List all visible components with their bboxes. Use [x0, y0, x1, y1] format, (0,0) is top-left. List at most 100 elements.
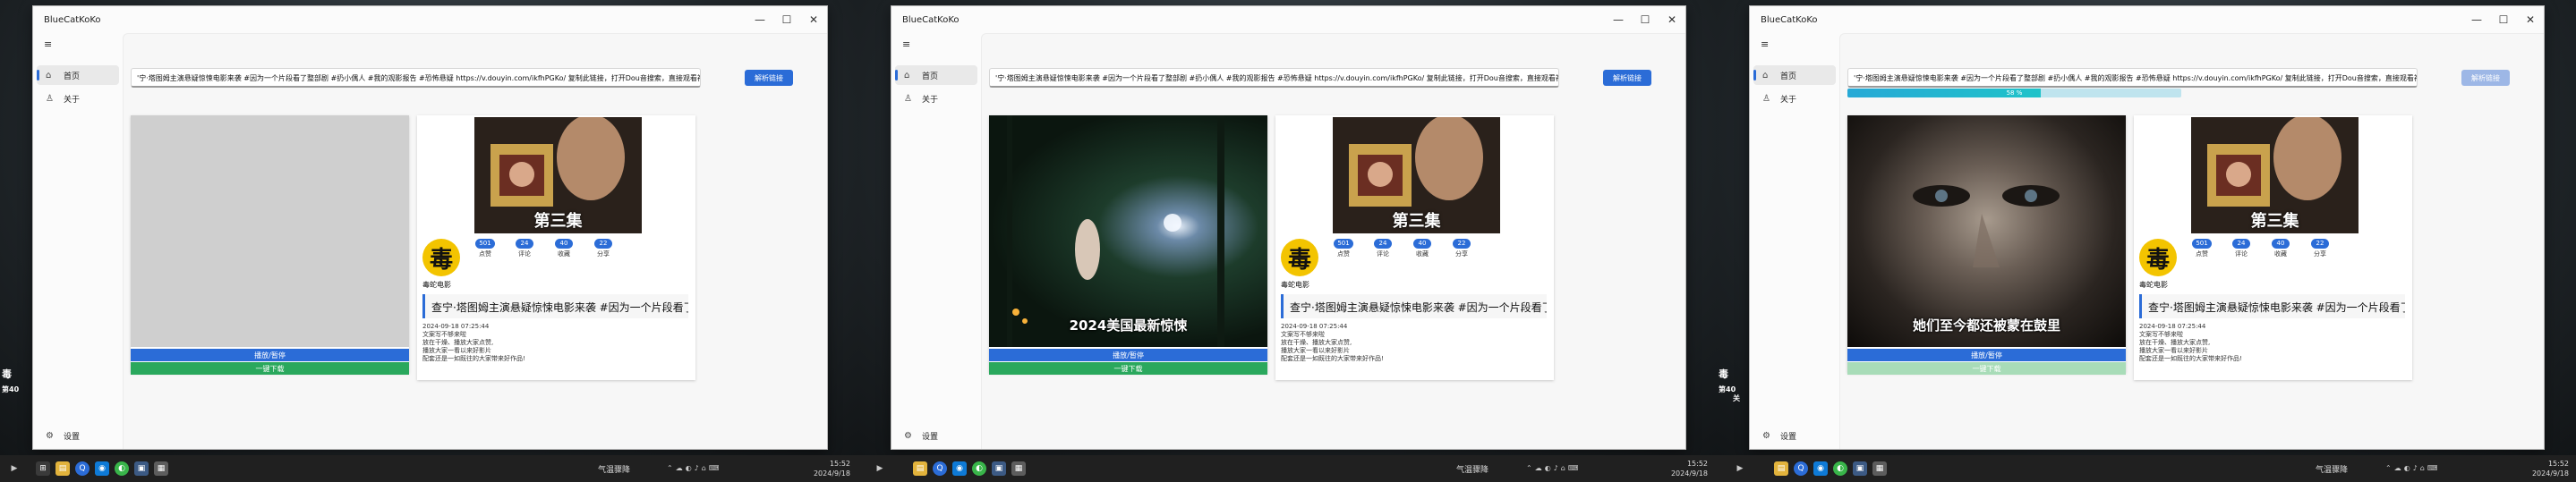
search-icon[interactable]: Q	[933, 461, 947, 476]
weather-text[interactable]: 气温骤降	[598, 463, 630, 475]
parse-link-button[interactable]: 解析链接	[1603, 70, 1651, 86]
sidebar-item-settings[interactable]: ⚙ 设置	[1753, 426, 1836, 445]
video-player[interactable]	[131, 115, 409, 347]
start-icon[interactable]: ⊞	[36, 461, 50, 476]
share-link-input[interactable]: '宁·塔图姆主演悬疑惊悚电影来袭 #因为一个片段看了整部剧 #扔小偶人 #我的观…	[131, 68, 701, 88]
parse-link-button[interactable]: 解析链接	[745, 70, 793, 86]
stat-likes: 501 点赞	[469, 239, 501, 258]
stat-label: 评论	[2235, 250, 2248, 258]
tray-icons[interactable]: ⌃☁◐♪⌂⌨	[2385, 464, 2440, 472]
play-icon[interactable]: ▶	[1733, 461, 1747, 476]
wechat-icon[interactable]: ◐	[115, 461, 129, 476]
share-link-input[interactable]: '宁·塔图姆主演悬疑惊悚电影来袭 #因为一个片段看了整部剧 #扔小偶人 #我的观…	[1847, 68, 2418, 88]
stat-comments: 24 评论	[2225, 239, 2257, 258]
video-player-card: 2024美国最新惊悚 播放/暂停 一键下载	[989, 115, 1267, 375]
tray-icons[interactable]: ⌃☁◐♪⌂⌨	[1526, 464, 1581, 472]
stat-favorites: 40 收藏	[2265, 239, 2297, 258]
title-bar: BlueCatKoKo — ☐ ✕	[33, 6, 827, 33]
hamburger-menu-icon[interactable]: ≡	[1761, 38, 1769, 50]
hamburger-menu-icon[interactable]: ≡	[44, 38, 52, 50]
progress-label: 58 %	[2006, 89, 2023, 97]
gear-icon: ⚙	[904, 430, 912, 441]
maximize-button[interactable]: ☐	[1632, 6, 1659, 33]
browser-icon[interactable]: ◉	[952, 461, 967, 476]
download-button[interactable]: 一键下载	[989, 362, 1267, 375]
stat-label: 点赞	[479, 250, 491, 258]
stat-value: 24	[516, 239, 533, 249]
sidebar-item-about[interactable]: ♙ 关于	[37, 89, 119, 108]
video-cover-image: 第三集	[2191, 117, 2358, 233]
search-icon[interactable]: Q	[1794, 461, 1808, 476]
parse-link-button[interactable]: 解析链接	[2461, 70, 2510, 86]
hamburger-menu-icon[interactable]: ≡	[902, 38, 910, 50]
stat-favorites: 40 收藏	[548, 239, 580, 258]
home-icon: ⌂	[1762, 70, 1769, 80]
sidebar-item-settings[interactable]: ⚙ 设置	[37, 426, 119, 445]
play-pause-button[interactable]: 播放/暂停	[131, 349, 409, 361]
screen-panel-3: 毒 第40 关 BlueCatKoKo — ☐ ✕ ≡ ⌂ 首页 ♙ 关于 ⚙	[1717, 0, 2576, 455]
sidebar-item-home[interactable]: ⌂ 首页	[1753, 65, 1836, 85]
app-icon[interactable]: ▣	[1853, 461, 1867, 476]
play-pause-button[interactable]: 播放/暂停	[989, 349, 1267, 361]
stat-value: 22	[594, 239, 612, 249]
play-icon[interactable]: ▶	[7, 461, 21, 476]
video-frame	[1913, 185, 2060, 267]
bluecat-icon[interactable]: ▦	[154, 461, 168, 476]
clock[interactable]: 15:52 2024/9/18	[1663, 459, 1708, 478]
wechat-icon[interactable]: ◐	[1833, 461, 1847, 476]
sidebar-item-settings[interactable]: ⚙ 设置	[895, 426, 977, 445]
clock[interactable]: 15:52 2024/9/18	[2522, 459, 2569, 478]
sidebar-item-about[interactable]: ♙ 关于	[895, 89, 977, 108]
sidebar-item-home[interactable]: ⌂ 首页	[37, 65, 119, 85]
sidebar-item-about[interactable]: ♙ 关于	[1753, 89, 1836, 108]
maximize-button[interactable]: ☐	[773, 6, 800, 33]
minimize-button[interactable]: —	[2463, 6, 2490, 33]
stat-likes: 501 点赞	[1327, 239, 1360, 258]
stat-value: 40	[1413, 239, 1431, 249]
video-player[interactable]: 2024美国最新惊悚	[989, 115, 1267, 347]
title-bar: BlueCatKoKo — ☐ ✕	[891, 6, 1685, 33]
bluecat-icon[interactable]: ▦	[1011, 461, 1026, 476]
weather-text[interactable]: 气温骤降	[2316, 463, 2348, 475]
weather-text[interactable]: 气温骤降	[1456, 463, 1488, 475]
share-link-input[interactable]: '宁·塔图姆主演悬疑惊悚电影来袭 #因为一个片段看了整部剧 #扔小偶人 #我的观…	[989, 68, 1559, 88]
file-explorer-icon[interactable]: ▤	[913, 461, 927, 476]
video-cover-image: 第三集	[474, 117, 642, 233]
browser-icon[interactable]: ◉	[1813, 461, 1828, 476]
stat-label: 分享	[1455, 250, 1468, 258]
minimize-button[interactable]: —	[746, 6, 773, 33]
app-icon[interactable]: ▣	[992, 461, 1006, 476]
sidebar-item-label: 设置	[64, 432, 81, 442]
video-player[interactable]: 她们至今都还被蒙在鼓里	[1847, 115, 2126, 347]
clock[interactable]: 15:52 2024/9/18	[806, 459, 850, 478]
browser-icon[interactable]: ◉	[95, 461, 109, 476]
stat-label: 收藏	[558, 250, 570, 258]
file-explorer-icon[interactable]: ▤	[1774, 461, 1788, 476]
tray-icons[interactable]: ⌃☁◐♪⌂⌨	[667, 464, 721, 472]
play-icon[interactable]: ▶	[873, 461, 887, 476]
user-icon: ♙	[904, 93, 912, 104]
taskbar: ▶ ⊞ ▤ Q ◉ ◐ ▣ ▦ 气温骤降 ⌃☁◐♪⌂⌨ 15:52 2024/9…	[0, 455, 2576, 482]
publish-time: 2024-09-18 07:25:44	[1281, 323, 1348, 330]
main-content: '宁·塔图姆主演悬疑惊悚电影来袭 #因为一个片段看了整部剧 #扔小偶人 #我的观…	[1839, 33, 2544, 449]
clock-date: 2024/9/18	[1670, 469, 1708, 478]
close-button[interactable]: ✕	[800, 6, 827, 33]
play-pause-button[interactable]: 播放/暂停	[1847, 349, 2126, 361]
download-button[interactable]: 一键下载	[1847, 362, 2126, 375]
close-button[interactable]: ✕	[2517, 6, 2544, 33]
bluecat-icon[interactable]: ▦	[1872, 461, 1887, 476]
meta-line: 配套还是一如既往的大家带来好作品!	[422, 355, 525, 362]
sidebar-item-home[interactable]: ⌂ 首页	[895, 65, 977, 85]
background-text: 毒	[2, 368, 12, 380]
search-icon[interactable]: Q	[75, 461, 90, 476]
maximize-button[interactable]: ☐	[2490, 6, 2517, 33]
file-explorer-icon[interactable]: ▤	[55, 461, 70, 476]
wechat-icon[interactable]: ◐	[972, 461, 986, 476]
meta-line: 播放大家一看以来好影片	[422, 347, 491, 354]
stat-value: 24	[2232, 239, 2250, 249]
video-player-card: 她们至今都还被蒙在鼓里 播放/暂停 一键下载	[1847, 115, 2126, 375]
download-button[interactable]: 一键下载	[131, 362, 409, 375]
app-icon[interactable]: ▣	[134, 461, 149, 476]
close-button[interactable]: ✕	[1659, 6, 1685, 33]
minimize-button[interactable]: —	[1605, 6, 1632, 33]
